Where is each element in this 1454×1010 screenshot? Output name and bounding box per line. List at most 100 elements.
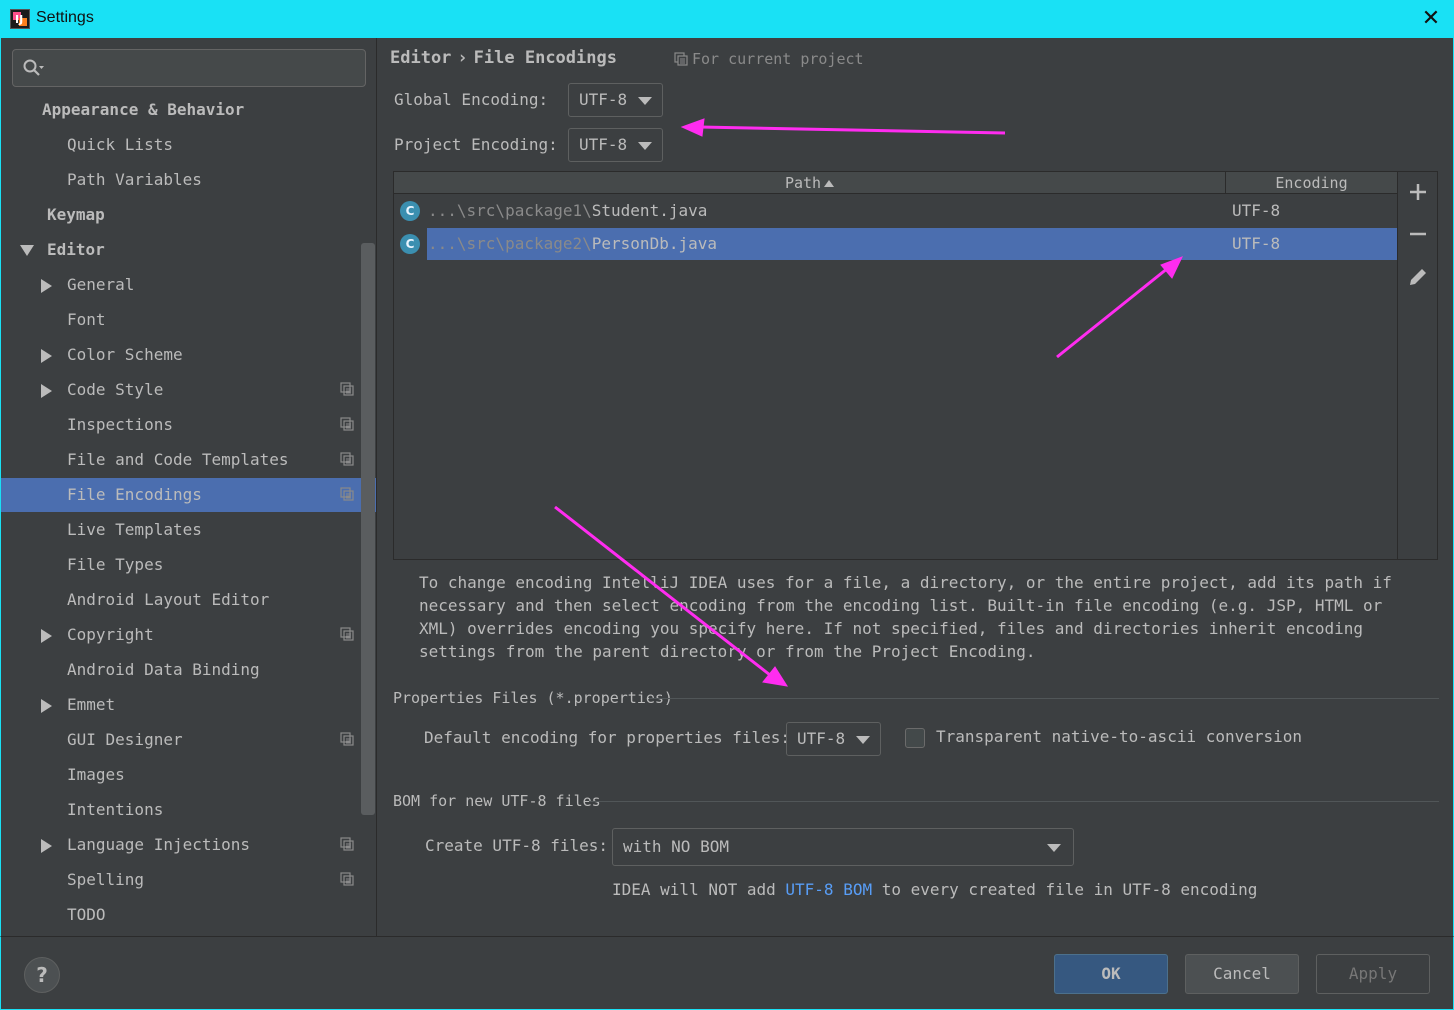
sidebar-item-appearance-behavior[interactable]: Appearance & Behavior xyxy=(1,93,377,127)
sidebar-item-android-data-binding[interactable]: Android Data Binding xyxy=(1,653,377,687)
collapse-arrow-icon[interactable] xyxy=(41,349,52,363)
column-header-encoding[interactable]: Encoding xyxy=(1226,172,1397,194)
sidebar-item-label: Android Data Binding xyxy=(67,660,260,679)
cancel-button[interactable]: Cancel xyxy=(1185,954,1299,994)
table-header: Path Encoding xyxy=(394,172,1397,194)
collapse-arrow-icon[interactable] xyxy=(41,699,52,713)
sidebar-item-quick-lists[interactable]: Quick Lists xyxy=(1,128,377,162)
table-toolbar xyxy=(1397,172,1437,559)
scope-label: For current project xyxy=(692,50,864,68)
transparent-conversion-checkbox[interactable] xyxy=(905,728,925,748)
global-encoding-dropdown[interactable]: UTF-8 xyxy=(568,83,663,117)
row-path-prefix: ...\src\package1\ xyxy=(428,201,592,220)
row-encoding[interactable]: UTF-8 xyxy=(1232,195,1280,227)
sidebar-item-label: Code Style xyxy=(67,380,164,399)
row-file-name: Student.java xyxy=(591,201,708,220)
project-encoding-dropdown[interactable]: UTF-8 xyxy=(568,128,663,162)
sidebar-item-label: Keymap xyxy=(47,205,105,224)
transparent-conversion-label[interactable]: Transparent native-to-ascii conversion xyxy=(936,727,1302,746)
sidebar-item-label: Spelling xyxy=(67,870,145,889)
ok-button[interactable]: OK xyxy=(1054,954,1168,994)
sidebar-item-keymap[interactable]: Keymap xyxy=(1,198,377,232)
apply-button[interactable]: Apply xyxy=(1316,954,1430,994)
properties-default-label: Default encoding for properties files: xyxy=(424,728,791,747)
help-button[interactable]: ? xyxy=(24,957,60,993)
create-utf8-dropdown[interactable]: with NO BOM xyxy=(612,828,1074,866)
settings-sidebar: Appearance & Behavior Quick Lists Path Var… xyxy=(0,38,377,936)
edit-pencil-icon[interactable] xyxy=(1406,265,1430,289)
project-scope-icon xyxy=(340,872,354,886)
row-path: ...\src\package2\PersonDb.java xyxy=(428,228,717,260)
row-path-prefix: ...\src\package2\ xyxy=(428,234,592,253)
sidebar-item-intentions[interactable]: Intentions xyxy=(1,793,377,827)
properties-encoding-dropdown[interactable]: UTF-8 xyxy=(786,722,881,756)
sidebar-item-copyright[interactable]: Copyright xyxy=(1,618,377,652)
utf8-bom-link[interactable]: UTF-8 BOM xyxy=(785,880,872,899)
sidebar-item-color-scheme[interactable]: Color Scheme xyxy=(1,338,377,372)
sidebar-item-inspections[interactable]: Inspections xyxy=(1,408,377,442)
sidebar-item-label: Color Scheme xyxy=(67,345,183,364)
project-scope-icon xyxy=(340,417,354,431)
sidebar-item-file-and-code-templates[interactable]: File and Code Templates xyxy=(1,443,377,477)
dialog-footer: ? OK Cancel Apply xyxy=(0,936,1454,1010)
sidebar-scrollbar[interactable] xyxy=(361,243,375,815)
sidebar-item-emmet[interactable]: Emmet xyxy=(1,688,377,722)
close-button[interactable]: ✕ xyxy=(1420,6,1442,32)
search-icon xyxy=(23,59,44,76)
sidebar-item-editor[interactable]: Editor xyxy=(1,233,377,267)
sidebar-item-general[interactable]: General xyxy=(1,268,377,302)
intellij-logo-icon: IJ xyxy=(10,9,30,29)
breadcrumb-separator: › xyxy=(457,48,468,68)
sidebar-item-spelling[interactable]: Spelling xyxy=(1,863,377,897)
row-encoding[interactable]: UTF-8 xyxy=(1232,228,1280,260)
sort-ascending-icon xyxy=(824,180,835,187)
window-title: Settings xyxy=(36,9,94,26)
sidebar-item-code-style[interactable]: Code Style xyxy=(1,373,377,407)
sidebar-item-todo[interactable]: TODO xyxy=(1,898,377,932)
sidebar-item-font[interactable]: Font xyxy=(1,303,377,337)
sidebar-item-label: Path Variables xyxy=(67,170,202,189)
collapse-arrow-icon[interactable] xyxy=(41,279,52,293)
collapse-arrow-icon[interactable] xyxy=(41,839,52,853)
expand-arrow-icon[interactable] xyxy=(20,245,34,256)
bom-section-title: BOM for new UTF-8 files xyxy=(393,792,601,810)
table-row[interactable]: C ...\src\package2\PersonDb.java UTF-8 xyxy=(394,228,1397,260)
remove-icon[interactable] xyxy=(1406,222,1430,246)
chevron-down-icon xyxy=(856,736,870,744)
sidebar-item-file-encodings[interactable]: File Encodings xyxy=(1,478,377,512)
sidebar-item-label: TODO xyxy=(67,905,106,924)
collapse-arrow-icon[interactable] xyxy=(41,629,52,643)
sidebar-item-label: File Types xyxy=(67,555,164,574)
sidebar-item-label: Font xyxy=(67,310,106,329)
column-header-path[interactable]: Path xyxy=(394,172,1226,194)
create-utf8-value: with NO BOM xyxy=(623,837,729,856)
sidebar-item-android-layout-editor[interactable]: Android Layout Editor xyxy=(1,583,377,617)
search-input[interactable] xyxy=(12,49,366,87)
sidebar-item-label: General xyxy=(67,275,135,294)
sidebar-item-gui-designer[interactable]: GUI Designer xyxy=(1,723,377,757)
path-encoding-table: Path Encoding C ...\src\package1\Student.… xyxy=(393,171,1438,560)
sidebar-item-label: GUI Designer xyxy=(67,730,183,749)
sidebar-item-file-types[interactable]: File Types xyxy=(1,548,377,582)
sidebar-item-label: Appearance & Behavior xyxy=(42,100,245,119)
project-scope-icon xyxy=(340,837,354,851)
table-row[interactable]: C ...\src\package1\Student.java UTF-8 xyxy=(394,195,1397,227)
project-scope-icon xyxy=(340,452,354,466)
section-divider xyxy=(589,801,1439,802)
project-encoding-value: UTF-8 xyxy=(579,135,628,154)
sidebar-item-language-injections[interactable]: Language Injections xyxy=(1,828,377,862)
sidebar-item-images[interactable]: Images xyxy=(1,758,377,792)
sidebar-item-live-templates[interactable]: Live Templates xyxy=(1,513,377,547)
global-encoding-value: UTF-8 xyxy=(579,90,628,109)
row-path: ...\src\package1\Student.java xyxy=(428,195,707,227)
chevron-down-icon xyxy=(638,97,652,105)
sidebar-item-path-variables[interactable]: Path Variables xyxy=(1,163,377,197)
add-icon[interactable] xyxy=(1406,180,1430,204)
project-scope-icon xyxy=(340,732,354,746)
properties-section-title: Properties Files (*.properties) xyxy=(393,689,673,707)
sidebar-item-label: Android Layout Editor xyxy=(67,590,270,609)
sidebar-item-label: Copyright xyxy=(67,625,154,644)
collapse-arrow-icon[interactable] xyxy=(41,384,52,398)
sidebar-item-label: Emmet xyxy=(67,695,116,714)
sidebar-item-label: Intentions xyxy=(67,800,164,819)
